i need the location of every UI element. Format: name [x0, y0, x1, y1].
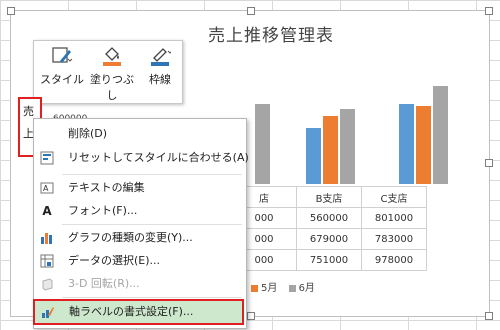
select-data-icon — [40, 254, 54, 268]
style-button[interactable]: スタイル — [40, 45, 84, 87]
bar-B支店-series-0[interactable] — [306, 128, 321, 184]
table-cell: 751000 — [296, 249, 362, 271]
bar-B支店-series-1[interactable] — [323, 116, 338, 184]
menu-item-select-data[interactable]: データの選択(E)... — [34, 250, 244, 272]
legend-swatch-june — [288, 284, 296, 292]
legend[interactable]: 5月 6月 — [243, 279, 315, 294]
menu-separator — [62, 174, 242, 175]
table-cell: 801000 — [361, 207, 427, 229]
chart-style-icon — [51, 45, 73, 67]
fill-label: 塗りつぶし — [89, 73, 135, 102]
chart-type-icon — [40, 231, 54, 245]
style-label: スタイル — [40, 73, 84, 86]
svg-text:A: A — [43, 184, 49, 193]
resize-handle[interactable] — [485, 312, 493, 320]
delete-icon — [40, 127, 54, 141]
menu-item-reset-style[interactable]: リセットしてスタイルに合わせる(A) — [34, 147, 249, 169]
menu-separator — [62, 297, 242, 298]
table-cell: 560000 — [296, 207, 362, 229]
context-menu: 削除(D) リセットしてスタイルに合わせる(A) A テキストの編集 A フォン… — [33, 118, 249, 329]
pen-outline-icon — [149, 45, 173, 67]
resize-handle[interactable] — [485, 7, 493, 15]
axis-title-char: 売 — [23, 105, 34, 118]
paint-bucket-icon — [101, 45, 123, 67]
table-row: 000 679000 783000 — [231, 228, 427, 250]
resize-handle[interactable] — [7, 7, 15, 15]
resize-handle[interactable] — [247, 312, 255, 320]
data-table: 店 B支店 C支店 000 560000 801000 000 679000 783000 000… — [231, 186, 427, 271]
fill-button[interactable]: 塗りつぶし — [86, 45, 138, 103]
legend-label: 5月 — [261, 283, 278, 294]
bar-partial-hidden[interactable] — [255, 104, 270, 184]
resize-handle[interactable] — [247, 7, 255, 15]
bar-B支店-series-2[interactable] — [340, 109, 355, 184]
table-row: 000 560000 801000 — [231, 207, 427, 229]
table-row: 店 B支店 C支店 — [231, 186, 427, 208]
outline-button[interactable]: 枠線 — [142, 45, 178, 87]
menu-item-font[interactable]: A フォント(F)... — [34, 200, 244, 222]
reset-style-icon — [40, 151, 54, 165]
font-icon: A — [42, 204, 52, 218]
bar-C支店-series-0[interactable] — [399, 104, 414, 184]
edit-text-icon: A — [40, 181, 54, 195]
table-cell: C支店 — [361, 186, 427, 208]
legend-swatch-may — [251, 284, 258, 292]
table-cell: B支店 — [296, 186, 362, 208]
menu-item-edit-text[interactable]: A テキストの編集 — [34, 177, 244, 199]
table-row: 000 751000 978000 — [231, 249, 427, 271]
table-cell: 978000 — [361, 249, 427, 271]
3d-rotation-icon — [40, 277, 54, 291]
bar-C支店-series-1[interactable] — [416, 106, 431, 184]
menu-item-3d-rotation[interactable]: 3-D 回転(R)... — [34, 273, 244, 295]
mini-format-toolbar: スタイル 塗りつぶし 枠線 — [33, 40, 183, 104]
legend-label: 6月 — [298, 283, 315, 294]
outline-label: 枠線 — [149, 73, 171, 86]
bar-C支店-series-2[interactable] — [433, 86, 448, 184]
chart-title[interactable]: 売上推移管理表 — [171, 21, 371, 46]
highlight-frame — [33, 299, 244, 325]
menu-separator — [62, 224, 242, 225]
table-cell: 679000 — [296, 228, 362, 250]
resize-handle[interactable] — [485, 159, 493, 167]
menu-item-change-chart-type[interactable]: グラフの種類の変更(Y)... — [34, 227, 244, 249]
menu-item-delete[interactable]: 削除(D) — [34, 123, 244, 145]
table-cell: 783000 — [361, 228, 427, 250]
